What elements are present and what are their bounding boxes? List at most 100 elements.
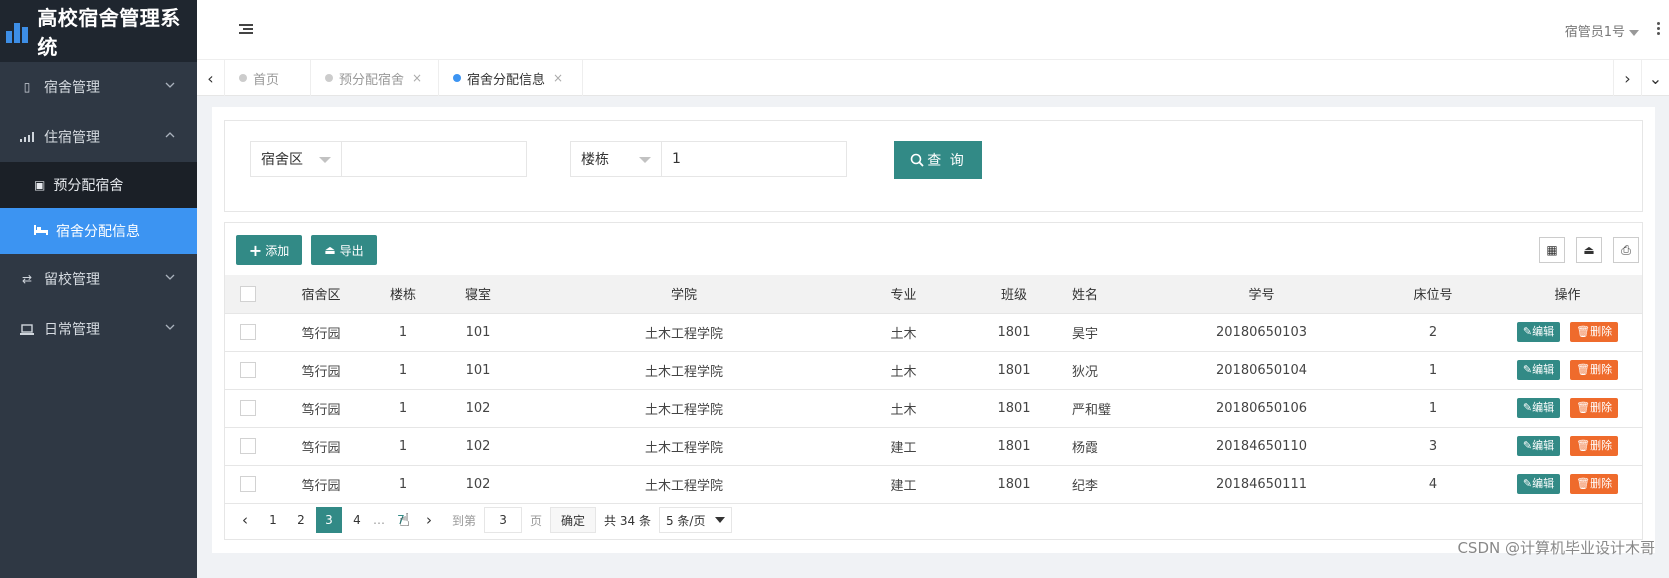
delete-button[interactable]: 🗑删除 bbox=[1570, 436, 1619, 456]
row-checkbox-cell[interactable] bbox=[225, 465, 271, 504]
page-size-select[interactable]: 5 条/页 bbox=[658, 507, 733, 533]
edit-button[interactable]: ✎编辑 bbox=[1516, 436, 1561, 456]
tab-assign-info[interactable]: 宿舍分配信息 × bbox=[439, 60, 583, 96]
print-icon[interactable]: ⎙ bbox=[1613, 237, 1639, 263]
row-checkbox[interactable] bbox=[240, 400, 256, 416]
edit-button[interactable]: ✎编辑 bbox=[1516, 398, 1561, 418]
app-logo[interactable]: 高校宿舍管理系统 bbox=[0, 0, 197, 62]
edit-button[interactable]: ✎编辑 bbox=[1516, 474, 1561, 494]
tab-pre-assign[interactable]: 预分配宿舍 × bbox=[311, 60, 439, 96]
export-button-label: 导出 bbox=[339, 243, 364, 258]
next-page-icon[interactable]: › bbox=[416, 507, 442, 533]
table-cell: 1 bbox=[371, 389, 435, 428]
table-row: 笃行园 1 101 土木工程学院 土木 1801 昊宇 20180650103 2 ✎编辑 🗑删除 bbox=[225, 313, 1642, 352]
table-cell: 笃行园 bbox=[271, 351, 371, 390]
tab-close-icon[interactable]: × bbox=[553, 71, 563, 85]
prev-page-icon[interactable]: ‹ bbox=[232, 507, 258, 533]
query-button[interactable]: 查 询 bbox=[894, 141, 982, 179]
column-header[interactable]: 姓名 bbox=[1068, 275, 1150, 314]
allocation-table: 宿舍区 楼栋 寝室 学院 专业 班级 姓名 学号 床位号 操作 笃行园 1 101 土… bbox=[225, 275, 1642, 504]
export-tool-icon[interactable]: ⏏ bbox=[1576, 237, 1602, 263]
pencil-icon: ✎ bbox=[1522, 363, 1533, 376]
tab-scroll-left-icon[interactable]: ‹ bbox=[197, 60, 225, 96]
table-cell: 20180650103 bbox=[1150, 313, 1373, 352]
id-card-icon: ▣ bbox=[34, 178, 46, 192]
sidebar-item-daily-management[interactable]: 日常管理 bbox=[0, 304, 197, 354]
select-all-checkbox-cell[interactable] bbox=[225, 275, 271, 314]
row-checkbox-cell[interactable] bbox=[225, 351, 271, 390]
sidebar-item-lodging-management[interactable]: 住宿管理 bbox=[0, 112, 197, 162]
column-header[interactable]: 班级 bbox=[960, 275, 1068, 314]
edit-button[interactable]: ✎编辑 bbox=[1516, 322, 1561, 342]
page-number[interactable]: 1 bbox=[260, 507, 286, 533]
delete-button-label: 删除 bbox=[1590, 325, 1613, 338]
page-number[interactable]: 4 bbox=[344, 507, 370, 533]
area-input[interactable] bbox=[341, 141, 527, 177]
goto-confirm-button[interactable]: 确定 bbox=[550, 507, 597, 533]
caret-down-icon bbox=[715, 517, 726, 523]
row-checkbox[interactable] bbox=[240, 476, 256, 492]
delete-button[interactable]: 🗑删除 bbox=[1570, 360, 1619, 380]
select-all-checkbox[interactable] bbox=[240, 285, 256, 302]
edit-button[interactable]: ✎编辑 bbox=[1516, 360, 1561, 380]
table-cell: 1801 bbox=[960, 389, 1068, 428]
building-select[interactable]: 楼栋 bbox=[570, 141, 662, 177]
columns-filter-icon[interactable]: ▦ bbox=[1539, 237, 1565, 263]
sidebar-item-stay-management[interactable]: ⇄ 留校管理 bbox=[0, 254, 197, 304]
tab-scroll-right-icon[interactable]: › bbox=[1613, 60, 1641, 96]
delete-button[interactable]: 🗑删除 bbox=[1570, 474, 1619, 494]
trash-icon: 🗑 bbox=[1576, 325, 1591, 338]
tab-close-icon[interactable]: × bbox=[412, 71, 422, 85]
column-header[interactable]: 宿舍区 bbox=[271, 275, 371, 314]
add-button[interactable]: + 添加 bbox=[236, 235, 302, 265]
export-button[interactable]: ⏏ 导出 bbox=[311, 235, 377, 265]
row-checkbox-cell[interactable] bbox=[225, 313, 271, 352]
column-header[interactable]: 专业 bbox=[847, 275, 960, 314]
row-checkbox-cell[interactable] bbox=[225, 389, 271, 428]
hand-cursor-icon: ☝ bbox=[399, 510, 410, 531]
table-cell: 狄况 bbox=[1068, 351, 1150, 390]
table-cell: 笃行园 bbox=[271, 313, 371, 352]
query-button-label: 查 询 bbox=[927, 153, 966, 169]
table-cell: 4 bbox=[1373, 465, 1493, 504]
user-menu[interactable]: 宿管员1号 bbox=[1565, 21, 1639, 40]
tab-dot-icon bbox=[453, 74, 461, 82]
table-cell: 20184650111 bbox=[1150, 465, 1373, 504]
table-cell: 土木 bbox=[847, 351, 960, 390]
tab-menu-chevron-down-icon[interactable]: ⌄ bbox=[1641, 60, 1669, 96]
column-header[interactable]: 床位号 bbox=[1373, 275, 1493, 314]
sidebar-subitem-pre-assign[interactable]: ▣ 预分配宿舍 bbox=[0, 162, 197, 208]
row-checkbox[interactable] bbox=[240, 438, 256, 454]
goto-page-input[interactable]: 3 bbox=[484, 507, 523, 533]
column-header[interactable]: 寝室 bbox=[435, 275, 521, 314]
delete-button[interactable]: 🗑删除 bbox=[1570, 322, 1619, 342]
row-checkbox[interactable] bbox=[240, 362, 256, 378]
sidebar-item-dorm-management[interactable]: ▯ 宿舍管理 bbox=[0, 62, 197, 112]
page-number-current[interactable]: 3 bbox=[316, 507, 342, 533]
building-input[interactable]: 1 bbox=[661, 141, 847, 177]
user-name: 宿管员1号 bbox=[1564, 25, 1625, 40]
table-cell: 建工 bbox=[847, 465, 960, 504]
area-select[interactable]: 宿舍区 bbox=[250, 141, 342, 177]
table-cell: 土木工程学院 bbox=[521, 427, 847, 466]
menu-toggle-icon[interactable] bbox=[239, 24, 253, 36]
pencil-icon: ✎ bbox=[1522, 477, 1533, 490]
row-actions: ✎编辑 🗑删除 bbox=[1493, 313, 1642, 352]
plus-icon: + bbox=[248, 240, 263, 260]
more-vertical-icon[interactable] bbox=[1657, 22, 1661, 37]
bed-icon bbox=[34, 224, 48, 238]
page-number[interactable]: 2 bbox=[288, 507, 314, 533]
laptop-icon bbox=[20, 322, 34, 336]
column-header[interactable]: 学号 bbox=[1150, 275, 1373, 314]
row-checkbox-cell[interactable] bbox=[225, 427, 271, 466]
table-cell: 2 bbox=[1373, 313, 1493, 352]
delete-button-label: 删除 bbox=[1590, 439, 1613, 452]
table-cell: 1 bbox=[371, 351, 435, 390]
column-header[interactable]: 学院 bbox=[521, 275, 847, 314]
column-header[interactable]: 楼栋 bbox=[371, 275, 435, 314]
sidebar-subitem-assign-info[interactable]: 宿舍分配信息 bbox=[0, 208, 197, 254]
sidebar-item-label: 日常管理 bbox=[44, 322, 100, 338]
delete-button[interactable]: 🗑删除 bbox=[1570, 398, 1619, 418]
tab-home[interactable]: 首页 bbox=[225, 60, 311, 96]
row-checkbox[interactable] bbox=[240, 324, 256, 340]
